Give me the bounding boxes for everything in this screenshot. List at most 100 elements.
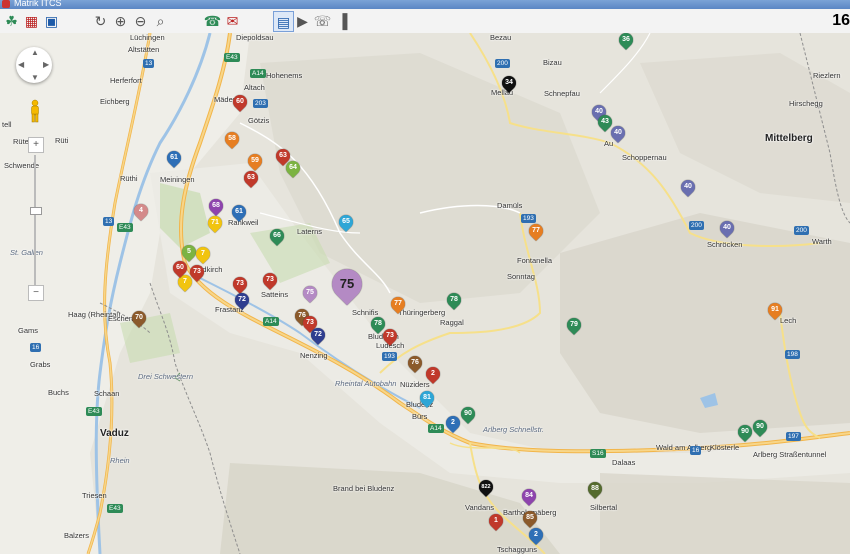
place-label: Grabs: [30, 360, 51, 369]
vehicle-marker[interactable]: 64: [283, 158, 303, 181]
vehicle-marker[interactable]: 75: [300, 283, 320, 306]
road-shield: 200: [689, 221, 704, 230]
radio-icon[interactable]: ☏: [313, 11, 332, 30]
place-label: Altach: [244, 83, 265, 92]
refresh-icon[interactable]: ↻: [91, 11, 110, 30]
marker-label: 77: [532, 227, 540, 234]
road-shield: 193: [521, 214, 536, 223]
vehicle-marker[interactable]: 72: [308, 325, 328, 348]
vehicle-marker[interactable]: 71: [205, 213, 225, 236]
vehicle-marker[interactable]: 72: [232, 290, 252, 313]
vehicle-marker[interactable]: 58: [222, 129, 242, 152]
vehicle-marker[interactable]: 40: [717, 218, 737, 241]
zoom-track[interactable]: [34, 155, 36, 287]
marker-label: 40: [723, 224, 731, 231]
place-label: Rüthi: [120, 174, 138, 183]
vehicle-marker[interactable]: 90: [735, 422, 755, 445]
vehicle-marker[interactable]: 5: [179, 242, 199, 265]
pan-left-icon[interactable]: ◀: [18, 60, 24, 69]
marker-label: 90: [741, 428, 749, 435]
bus-icon[interactable]: ▣: [42, 11, 61, 30]
pan-up-icon[interactable]: ▲: [31, 48, 39, 57]
vehicle-marker[interactable]: 76: [405, 353, 425, 376]
vehicle-marker[interactable]: 77: [388, 294, 408, 317]
vehicle-marker[interactable]: 34: [499, 73, 519, 96]
play-icon[interactable]: ▶: [293, 11, 312, 30]
search-icon[interactable]: ⌕: [151, 11, 170, 30]
marker-label: 64: [289, 164, 297, 171]
place-label: Schoppernau: [622, 153, 667, 162]
vehicle-marker[interactable]: 84: [519, 486, 539, 509]
vehicle-marker[interactable]: 7: [193, 244, 213, 267]
place-label: Lech: [780, 316, 797, 325]
pan-control[interactable]: ▲ ▼ ◀ ▶: [16, 47, 52, 83]
marker-label: 58: [228, 135, 236, 142]
marker-label: 2: [431, 370, 435, 377]
zoom-in-icon[interactable]: ⊕: [111, 11, 130, 30]
vehicle-marker[interactable]: 65: [336, 212, 356, 235]
place-label: Thüringerberg: [398, 308, 446, 317]
vehicle-marker[interactable]: 60: [230, 92, 250, 115]
vehicle-marker[interactable]: 79: [564, 315, 584, 338]
pan-right-icon[interactable]: ▶: [43, 60, 49, 69]
vehicle-marker[interactable]: 90: [458, 404, 478, 427]
place-label: Nenzing: [300, 351, 328, 360]
vehicle-marker[interactable]: 88: [585, 479, 605, 502]
place-label: Bizau: [543, 58, 562, 67]
vehicle-marker[interactable]: 2: [443, 413, 463, 436]
vehicle-marker[interactable]: 73: [260, 270, 280, 293]
zoom-out-button[interactable]: −: [28, 285, 44, 301]
vehicles-icon[interactable]: ▦: [22, 11, 41, 30]
zoom-out-icon[interactable]: ⊖: [131, 11, 150, 30]
vehicle-marker[interactable]: 75: [325, 262, 369, 313]
place-label: Schröcken: [707, 240, 743, 249]
road-shield: 13: [143, 59, 155, 68]
vehicle-marker[interactable]: 40: [678, 177, 698, 200]
message-icon[interactable]: ✉: [223, 11, 242, 30]
vehicle-marker[interactable]: 4: [131, 201, 151, 224]
vehicle-marker[interactable]: 73: [380, 326, 400, 349]
vehicle-marker[interactable]: 822: [476, 477, 496, 500]
place-label: Rüte: [13, 137, 29, 146]
place-label: Herferfort: [110, 76, 142, 85]
road-shield: 193: [382, 352, 397, 361]
map-layers-icon[interactable]: ☘: [2, 11, 21, 30]
marker-label: 65: [342, 218, 350, 225]
map-canvas[interactable]: Lüchingen Altstätten Diepoldsau Hohenems…: [0, 33, 850, 554]
vehicle-marker[interactable]: 90: [750, 417, 770, 440]
zoom-slider-handle[interactable]: [30, 207, 42, 215]
vehicle-marker[interactable]: 61: [164, 148, 184, 171]
street-view-pegman-icon[interactable]: [29, 99, 41, 123]
vehicle-marker[interactable]: 2: [526, 525, 546, 548]
vehicle-marker[interactable]: 78: [444, 290, 464, 313]
vehicle-marker[interactable]: 91: [765, 300, 785, 323]
signal-icon[interactable]: ▐: [333, 11, 352, 30]
vehicle-marker[interactable]: 1: [486, 511, 506, 534]
place-label: Triesen: [82, 491, 107, 500]
vehicle-marker[interactable]: 40: [608, 123, 628, 146]
marker-label: 5: [187, 248, 191, 255]
marker-label: 77: [394, 300, 402, 307]
marker-label: 75: [306, 289, 314, 296]
phone-icon[interactable]: ☎: [203, 11, 222, 30]
vehicle-marker[interactable]: 36: [616, 33, 636, 53]
map-terrain: [0, 33, 850, 554]
vehicle-marker[interactable]: 77: [526, 221, 546, 244]
road-shield: 203: [253, 99, 268, 108]
road-shield: 16: [30, 343, 42, 352]
pan-down-icon[interactable]: ▼: [31, 73, 39, 82]
vehicle-marker[interactable]: 2: [423, 364, 443, 387]
vehicle-marker[interactable]: 81: [417, 388, 437, 411]
place-label: Silbertal: [590, 503, 618, 512]
vehicle-marker[interactable]: 63: [241, 168, 261, 191]
status-icon[interactable]: ▤: [273, 11, 294, 32]
road-shield: 197: [786, 432, 801, 441]
marker-label: 68: [212, 202, 220, 209]
place-label: Vaduz: [100, 428, 129, 439]
vehicle-marker[interactable]: 61: [229, 202, 249, 225]
vehicle-marker[interactable]: 70: [129, 308, 149, 331]
place-label: Lüchingen: [130, 33, 165, 42]
marker-label: 60: [236, 98, 244, 105]
vehicle-marker[interactable]: 66: [267, 226, 287, 249]
zoom-in-button[interactable]: +: [28, 137, 44, 153]
